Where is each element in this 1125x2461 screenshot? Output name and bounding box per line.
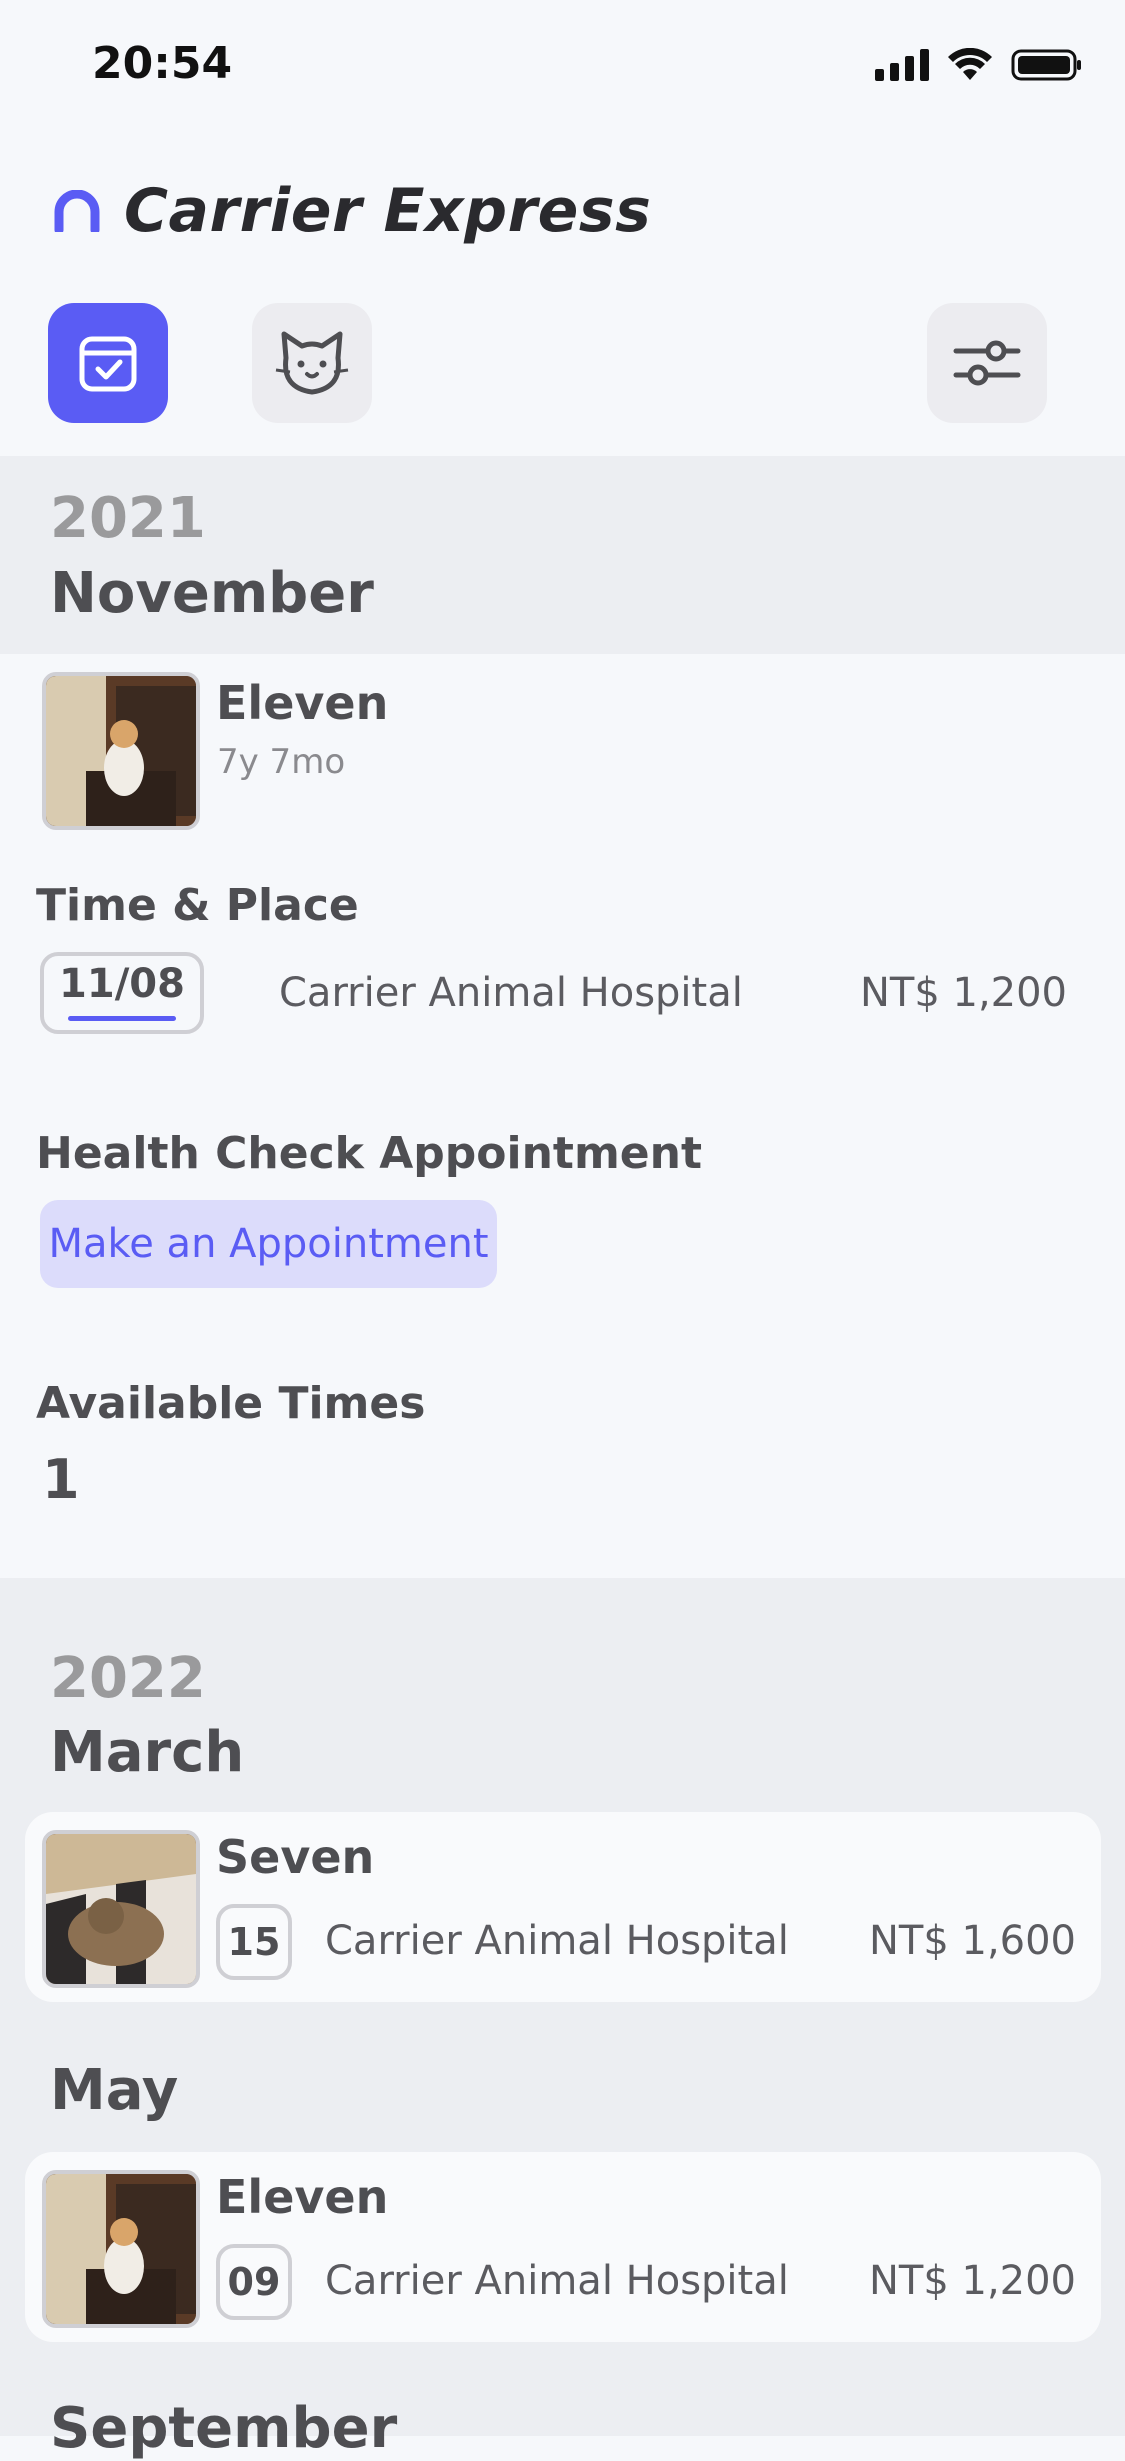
appointments-tab-button[interactable] — [48, 303, 168, 423]
day-badge: 09 — [216, 2244, 292, 2320]
price: NT$ 1,200 — [868, 2258, 1076, 2304]
pets-tab-button[interactable] — [252, 303, 372, 423]
filter-button[interactable] — [927, 303, 1047, 423]
pet-name: Eleven — [216, 676, 389, 730]
appointment-card[interactable]: Eleven 09 Carrier Animal Hospital NT$ 1,… — [25, 2152, 1101, 2342]
cellular-signal-icon — [875, 49, 929, 81]
status-time: 20:54 — [92, 38, 233, 89]
price: NT$ 1,200 — [859, 970, 1067, 1016]
pet-photo — [42, 672, 200, 830]
month-label: November — [50, 561, 374, 626]
calendar-check-icon — [79, 336, 137, 392]
health-check-label: Health Check Appointment — [36, 1128, 702, 1179]
date-value: 11/08 — [59, 961, 185, 1007]
cat-icon — [275, 331, 349, 395]
pet-age: 7y 7mo — [217, 742, 346, 782]
logo-icon — [54, 190, 100, 232]
date-button[interactable]: 11/08 — [40, 952, 204, 1034]
available-times-label: Available Times — [36, 1378, 426, 1429]
wifi-icon — [948, 48, 992, 80]
price: NT$ 1,600 — [868, 1918, 1076, 1964]
year-header-2021: 2021 November — [0, 456, 1125, 654]
sliders-icon — [953, 340, 1021, 386]
year-label: 2022 — [50, 1646, 206, 1711]
battery-icon — [1011, 49, 1081, 81]
make-appointment-button[interactable]: Make an Appointment — [40, 1200, 497, 1288]
date-underline — [68, 1016, 176, 1021]
place-name: Carrier Animal Hospital — [279, 970, 743, 1016]
appointment-card[interactable]: Seven 15 Carrier Animal Hospital NT$ 1,6… — [25, 1812, 1101, 2002]
place-name: Carrier Animal Hospital — [325, 1918, 789, 1964]
year-section-2022: 2022 March Seven 15 Carrier Animal Hospi… — [0, 1578, 1125, 2461]
year-label: 2021 — [50, 486, 206, 551]
place-name: Carrier Animal Hospital — [325, 2258, 789, 2304]
month-label-march: March — [50, 1720, 245, 1785]
status-icons — [875, 48, 1083, 82]
pet-name: Eleven — [216, 2170, 389, 2224]
month-label-september: September — [50, 2396, 398, 2461]
pet-photo-image — [46, 676, 196, 826]
available-times-count: 1 — [42, 1448, 80, 1511]
app-header: Carrier Express — [52, 176, 651, 246]
pet-name: Seven — [216, 1830, 375, 1884]
pet-photo — [42, 2170, 200, 2328]
pet-photo-image — [46, 2174, 196, 2324]
toolbar — [0, 303, 1125, 423]
pet-photo-image — [46, 1834, 196, 1984]
month-label-may: May — [50, 2058, 179, 2123]
day-badge: 15 — [216, 1904, 292, 1980]
time-place-label: Time & Place — [36, 880, 359, 931]
pet-photo — [42, 1830, 200, 1988]
status-bar: 20:54 — [0, 0, 1125, 130]
app-title: Carrier Express — [124, 176, 652, 246]
